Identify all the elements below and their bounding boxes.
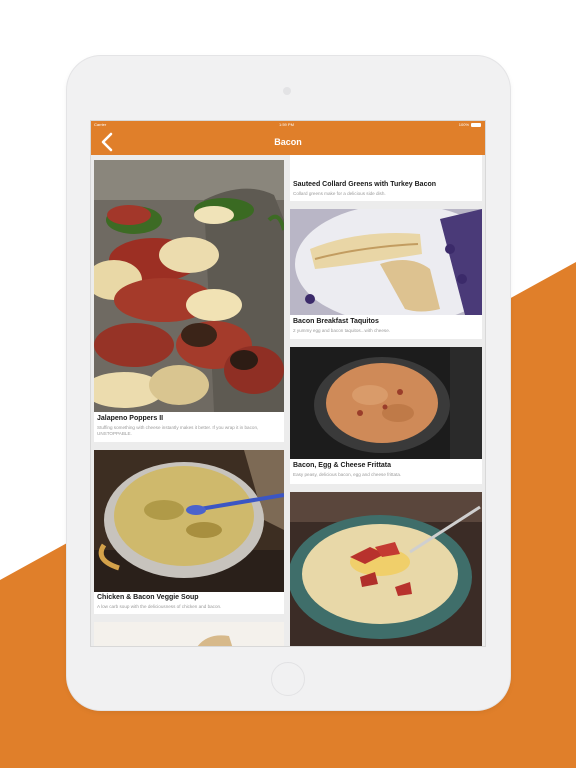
- battery-label: 100%: [458, 122, 469, 127]
- breakfast-taquitos-photo: [290, 209, 482, 315]
- status-bar: Carrier 1:59 PM 100%: [91, 121, 485, 129]
- camera-dot: [283, 87, 291, 95]
- page-title: Bacon: [274, 137, 302, 147]
- recipe-card-potato-soup[interactable]: [290, 492, 482, 646]
- recipe-card-jalapeno-poppers[interactable]: Jalapeno Poppers II Stuffing something w…: [94, 160, 284, 442]
- recipe-description: Easy peasy, delicious bacon, egg and che…: [293, 472, 402, 477]
- recipe-card-collard-greens[interactable]: Sauteed Collard Greens with Turkey Bacon…: [290, 155, 482, 201]
- recipe-card-chicken-bacon-soup[interactable]: Chicken & Bacon Veggie Soup A low carb s…: [94, 450, 284, 614]
- battery-icon: [471, 123, 481, 127]
- recipe-description: A low carb soup with the deliciousness o…: [97, 604, 222, 609]
- partial-recipe-photo: [94, 622, 284, 646]
- recipe-title: Sauteed Collard Greens with Turkey Bacon: [293, 181, 437, 188]
- recipe-title: Bacon, Egg & Cheese Frittata: [293, 462, 392, 469]
- recipe-description: 2 yummy egg and bacon taquitos...with ch…: [293, 328, 391, 333]
- recipe-title: Bacon Breakfast Taquitos: [293, 318, 379, 325]
- recipe-grid: Jalapeno Poppers II Stuffing something w…: [91, 155, 485, 646]
- recipe-card-frittata[interactable]: Bacon, Egg & Cheese Frittata Easy peasy,…: [290, 347, 482, 484]
- navigation-bar: Bacon: [91, 129, 485, 155]
- recipe-description: Collard greens make for a delicious side…: [293, 191, 386, 196]
- app-screen: Carrier 1:59 PM 100% Bacon Jalapeno Popp…: [90, 120, 486, 647]
- frittata-photo: [290, 347, 482, 459]
- recipe-card-breakfast-taquitos[interactable]: Bacon Breakfast Taquitos 2 yummy egg and…: [290, 209, 482, 339]
- status-time: 1:59 PM: [279, 122, 294, 127]
- recipe-title: Chicken & Bacon Veggie Soup: [97, 594, 199, 601]
- recipe-description: Stuffing something with cheese instantly…: [97, 425, 259, 436]
- chicken-bacon-soup-photo: [94, 450, 284, 592]
- carrier-label: Carrier: [94, 122, 107, 127]
- recipe-title: Jalapeno Poppers II: [97, 415, 164, 422]
- home-button[interactable]: [271, 662, 305, 696]
- jalapeno-poppers-photo: [94, 160, 284, 412]
- potato-soup-photo: [290, 492, 482, 646]
- recipe-card-partial[interactable]: [94, 622, 284, 646]
